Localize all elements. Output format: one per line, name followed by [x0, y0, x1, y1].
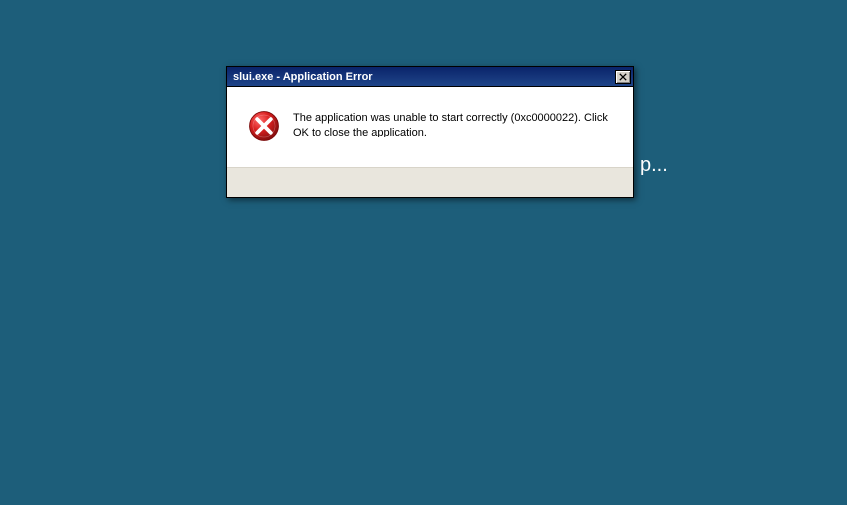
background-partial-text: p... — [640, 154, 668, 177]
error-message-text: The application was unable to start corr… — [293, 109, 613, 137]
dialog-titlebar[interactable]: slui.exe - Application Error — [227, 67, 633, 87]
close-icon — [619, 73, 627, 81]
error-dialog: slui.exe - Application Error The applica… — [226, 66, 634, 198]
dialog-footer — [227, 167, 633, 197]
close-button[interactable] — [615, 70, 631, 84]
error-icon — [247, 109, 281, 143]
dialog-body: The application was unable to start corr… — [227, 87, 633, 167]
dialog-title: slui.exe - Application Error — [233, 71, 373, 83]
